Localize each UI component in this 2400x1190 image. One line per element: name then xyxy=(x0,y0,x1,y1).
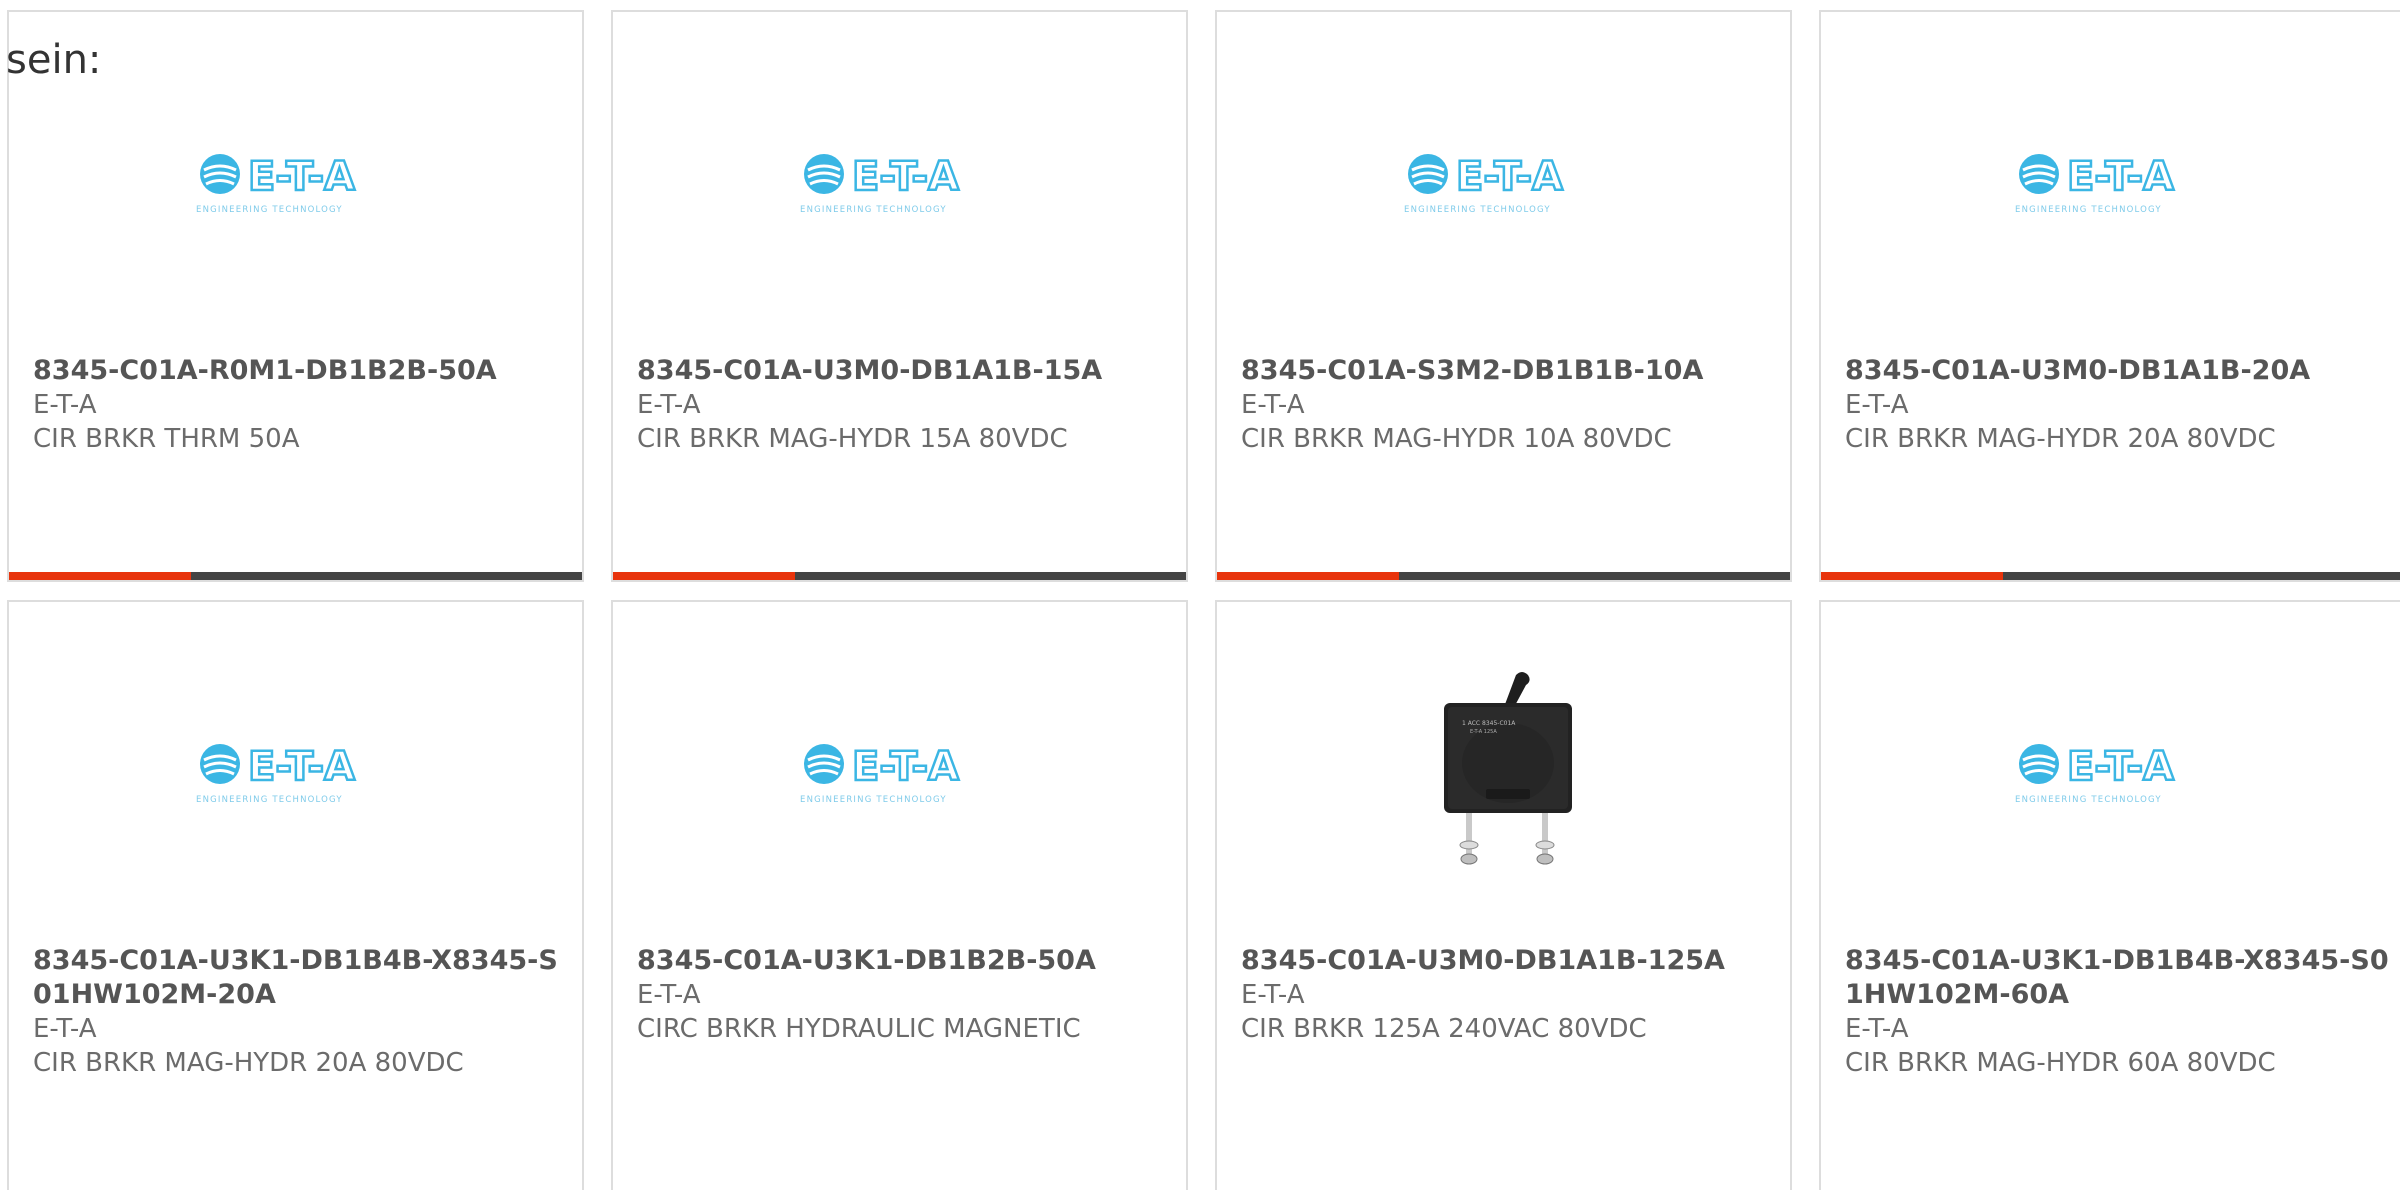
svg-text:ENGINEERING TECHNOLOGY: ENGINEERING TECHNOLOGY xyxy=(800,205,947,215)
product-thumbnail[interactable]: E-T-A ENGINEERING TECHNOLOGY xyxy=(1821,602,2400,942)
eta-logo-icon: E-T-A ENGINEERING TECHNOLOGY xyxy=(196,146,396,218)
svg-text:E-T-A: E-T-A xyxy=(1456,154,1563,200)
description: CIR BRKR MAG-HYDR 10A 80VDC xyxy=(1241,424,1672,454)
product-thumbnail[interactable]: E-T-A ENGINEERING TECHNOLOGY xyxy=(1217,12,1790,352)
svg-text:E-T-A: E-T-A xyxy=(248,154,355,200)
card-bottom-bar xyxy=(1217,572,1790,580)
part-number[interactable]: 8345-C01A-U3K1-DB1B4B-X8345-S01HW102M-60… xyxy=(1845,944,2389,1012)
description: CIR BRKR THRM 50A xyxy=(33,424,300,454)
part-number[interactable]: 8345-C01A-R0M1-DB1B2B-50A xyxy=(33,354,562,388)
card-accent-bar xyxy=(1217,572,1399,580)
product-info: 8345-C01A-U3K1-DB1B4B-X8345-S01HW102M-20… xyxy=(33,944,562,1080)
description: CIR BRKR MAG-HYDR 20A 80VDC xyxy=(33,1048,464,1078)
product-info: 8345-C01A-U3K1-DB1B2B-50A E-T-A CIRC BRK… xyxy=(637,944,1166,1046)
description: CIR BRKR MAG-HYDR 60A 80VDC xyxy=(1845,1048,2276,1078)
eta-logo-icon: E-T-A ENGINEERING TECHNOLOGY xyxy=(1404,146,1604,218)
card-bottom-bar xyxy=(9,572,582,580)
eta-logo-icon: E-T-A ENGINEERING TECHNOLOGY xyxy=(2015,736,2215,808)
product-info: 8345-C01A-R0M1-DB1B2B-50A E-T-A CIR BRKR… xyxy=(33,354,562,456)
product-thumbnail[interactable]: E-T-A ENGINEERING TECHNOLOGY xyxy=(613,602,1186,942)
manufacturer: E-T-A xyxy=(33,390,97,420)
eta-logo-icon: E-T-A ENGINEERING TECHNOLOGY xyxy=(2015,146,2215,218)
product-card[interactable]: E-T-A ENGINEERING TECHNOLOGY 8345-C01A-U… xyxy=(1819,10,2400,582)
product-thumbnail[interactable]: E-T-A ENGINEERING TECHNOLOGY xyxy=(1821,12,2400,352)
product-card[interactable]: E-T-A ENGINEERING TECHNOLOGY 8345-C01A-U… xyxy=(7,600,584,1190)
part-number[interactable]: 8345-C01A-S3M2-DB1B1B-10A xyxy=(1241,354,1770,388)
product-card[interactable]: E-T-A ENGINEERING TECHNOLOGY 8345-C01A-U… xyxy=(611,600,1188,1190)
product-info: 8345-C01A-U3M0-DB1A1B-125A E-T-A CIR BRK… xyxy=(1241,944,1770,1046)
part-number[interactable]: 8345-C01A-U3M0-DB1A1B-15A xyxy=(637,354,1166,388)
manufacturer: E-T-A xyxy=(1241,980,1305,1010)
svg-text:1 ACC 8345-C01A: 1 ACC 8345-C01A xyxy=(1462,720,1516,727)
svg-text:E-T-A 125A: E-T-A 125A xyxy=(1470,729,1497,735)
card-accent-bar xyxy=(1821,572,2003,580)
part-number[interactable]: 8345-C01A-U3M0-DB1A1B-125A xyxy=(1241,944,1770,978)
description: CIR BRKR 125A 240VAC 80VDC xyxy=(1241,1014,1647,1044)
part-number[interactable]: 8345-C01A-U3K1-DB1B2B-50A xyxy=(637,944,1166,978)
manufacturer: E-T-A xyxy=(637,980,701,1010)
svg-text:E-T-A: E-T-A xyxy=(852,154,959,200)
eta-logo-icon: E-T-A ENGINEERING TECHNOLOGY xyxy=(196,736,396,808)
description: CIRC BRKR HYDRAULIC MAGNETIC xyxy=(637,1014,1081,1044)
card-accent-bar xyxy=(613,572,795,580)
card-accent-bar xyxy=(9,572,191,580)
product-card[interactable]: E-T-A ENGINEERING TECHNOLOGY 8345-C01A-R… xyxy=(7,10,584,582)
svg-text:E-T-A: E-T-A xyxy=(248,744,355,790)
manufacturer: E-T-A xyxy=(1845,1014,1909,1044)
svg-text:ENGINEERING TECHNOLOGY: ENGINEERING TECHNOLOGY xyxy=(196,795,343,805)
svg-text:E-T-A: E-T-A xyxy=(852,744,959,790)
svg-text:E-T-A: E-T-A xyxy=(2067,744,2174,790)
description: CIR BRKR MAG-HYDR 20A 80VDC xyxy=(1845,424,2276,454)
svg-text:ENGINEERING TECHNOLOGY: ENGINEERING TECHNOLOGY xyxy=(1404,205,1551,215)
product-card[interactable]: 1 ACC 8345-C01A E-T-A 125A 8345-C01A-U3M… xyxy=(1215,600,1792,1190)
card-bottom-bar xyxy=(1821,572,2400,580)
product-info: 8345-C01A-U3M0-DB1A1B-15A E-T-A CIR BRKR… xyxy=(637,354,1166,456)
product-grid: E-T-A ENGINEERING TECHNOLOGY 8345-C01A-R… xyxy=(7,10,2400,1190)
svg-text:E-T-A: E-T-A xyxy=(2067,154,2174,200)
eta-logo-icon: E-T-A ENGINEERING TECHNOLOGY xyxy=(800,146,1000,218)
product-info: 8345-C01A-U3M0-DB1A1B-20A E-T-A CIR BRKR… xyxy=(1845,354,2389,456)
product-card[interactable]: E-T-A ENGINEERING TECHNOLOGY 8345-C01A-S… xyxy=(1215,10,1792,582)
part-number[interactable]: 8345-C01A-U3M0-DB1A1B-20A xyxy=(1845,354,2389,388)
manufacturer: E-T-A xyxy=(1845,390,1909,420)
manufacturer: E-T-A xyxy=(637,390,701,420)
svg-text:ENGINEERING TECHNOLOGY: ENGINEERING TECHNOLOGY xyxy=(196,205,343,215)
manufacturer: E-T-A xyxy=(1241,390,1305,420)
svg-text:ENGINEERING TECHNOLOGY: ENGINEERING TECHNOLOGY xyxy=(2015,795,2162,805)
product-card[interactable]: E-T-A ENGINEERING TECHNOLOGY 8345-C01A-U… xyxy=(611,10,1188,582)
svg-text:ENGINEERING TECHNOLOGY: ENGINEERING TECHNOLOGY xyxy=(800,795,947,805)
product-info: 8345-C01A-S3M2-DB1B1B-10A E-T-A CIR BRKR… xyxy=(1241,354,1770,456)
product-thumbnail[interactable]: E-T-A ENGINEERING TECHNOLOGY xyxy=(9,602,582,942)
circuit-breaker-photo: 1 ACC 8345-C01A E-T-A 125A xyxy=(1404,667,1604,877)
product-card[interactable]: E-T-A ENGINEERING TECHNOLOGY 8345-C01A-U… xyxy=(1819,600,2400,1190)
eta-logo-icon: E-T-A ENGINEERING TECHNOLOGY xyxy=(800,736,1000,808)
svg-text:ENGINEERING TECHNOLOGY: ENGINEERING TECHNOLOGY xyxy=(2015,205,2162,215)
product-info: 8345-C01A-U3K1-DB1B4B-X8345-S01HW102M-60… xyxy=(1845,944,2389,1080)
product-thumbnail[interactable]: E-T-A ENGINEERING TECHNOLOGY xyxy=(613,12,1186,352)
product-thumbnail[interactable]: 1 ACC 8345-C01A E-T-A 125A xyxy=(1217,602,1790,942)
lead-text: sein: xyxy=(6,37,102,83)
description: CIR BRKR MAG-HYDR 15A 80VDC xyxy=(637,424,1068,454)
part-number[interactable]: 8345-C01A-U3K1-DB1B4B-X8345-S01HW102M-20… xyxy=(33,944,562,1012)
card-bottom-bar xyxy=(613,572,1186,580)
manufacturer: E-T-A xyxy=(33,1014,97,1044)
